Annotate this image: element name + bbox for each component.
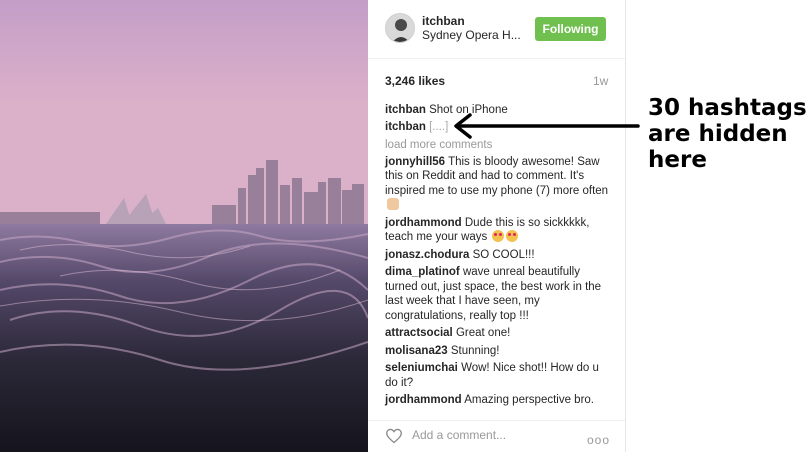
post-photo[interactable] (0, 0, 368, 452)
comment-username[interactable]: seleniumchai (385, 362, 458, 374)
more-options-icon[interactable]: ooo (587, 433, 610, 447)
hidden-hashtags: [....] (429, 120, 449, 133)
comment-bar: Add a comment... ooo (368, 420, 625, 452)
following-button[interactable]: Following (535, 17, 606, 41)
comments-list: itchban Shot on iPhone itchban [....] lo… (385, 103, 609, 411)
hashtag-comment-username[interactable]: itchban (385, 121, 426, 133)
comment-username[interactable]: jonasz.chodura (385, 249, 469, 261)
add-comment-input[interactable]: Add a comment... (412, 428, 506, 442)
comment-text: Great one! (455, 327, 511, 339)
clap-emoji-icon (387, 198, 399, 210)
arrow-icon (454, 113, 640, 139)
comment-text: Stunning! (450, 344, 500, 357)
comment-text: Amazing perspective bro. (464, 394, 594, 406)
comment-username[interactable]: attractsocial (385, 327, 453, 339)
post-time[interactable]: 1w (593, 74, 608, 88)
heart-eyes-emoji-icon (506, 230, 519, 242)
sydney-harbour-image (0, 0, 368, 452)
comment-item: attractsocial Great one! (385, 326, 609, 341)
post-panel: itchban Sydney Opera H... Following 3,24… (368, 0, 626, 452)
post-location[interactable]: Sydney Opera H... (422, 28, 521, 42)
likes-count[interactable]: 3,246 likes (385, 74, 445, 88)
caption-username[interactable]: itchban (385, 104, 426, 116)
heart-eyes-emoji-icon (492, 230, 505, 242)
annotation-text: 30 hashtags are hidden here (648, 95, 807, 173)
comment-item: jonasz.chodura SO COOL!!! (385, 248, 609, 263)
comment-item: jordhammond Dude this is so sickkkkk, te… (385, 216, 609, 245)
comment-username[interactable]: jordhammond (385, 394, 462, 406)
comment-item: dima_platinof wave unreal beautifully tu… (385, 265, 609, 323)
load-more-comments-link[interactable]: load more comments (385, 138, 609, 153)
post-header: itchban Sydney Opera H... Following (368, 0, 625, 59)
comment-item: jonnyhill56 This is bloody awesome! Saw … (385, 155, 609, 213)
comment-username[interactable]: jonnyhill56 (385, 156, 445, 168)
avatar-icon (386, 14, 414, 42)
comment-username[interactable]: dima_platinof (385, 266, 460, 278)
comment-text: SO COOL!!! (472, 248, 535, 261)
heart-icon[interactable] (385, 428, 403, 444)
comment-username[interactable]: jordhammond (385, 217, 462, 229)
comment-item: seleniumchai Wow! Nice shot!! How do u d… (385, 361, 609, 390)
comment-item: jordhammond Amazing perspective bro. (385, 393, 609, 408)
avatar[interactable] (385, 13, 415, 43)
comment-username[interactable]: molisana23 (385, 345, 448, 357)
post-username[interactable]: itchban (422, 14, 465, 28)
comment-item: molisana23 Stunning! (385, 344, 609, 359)
